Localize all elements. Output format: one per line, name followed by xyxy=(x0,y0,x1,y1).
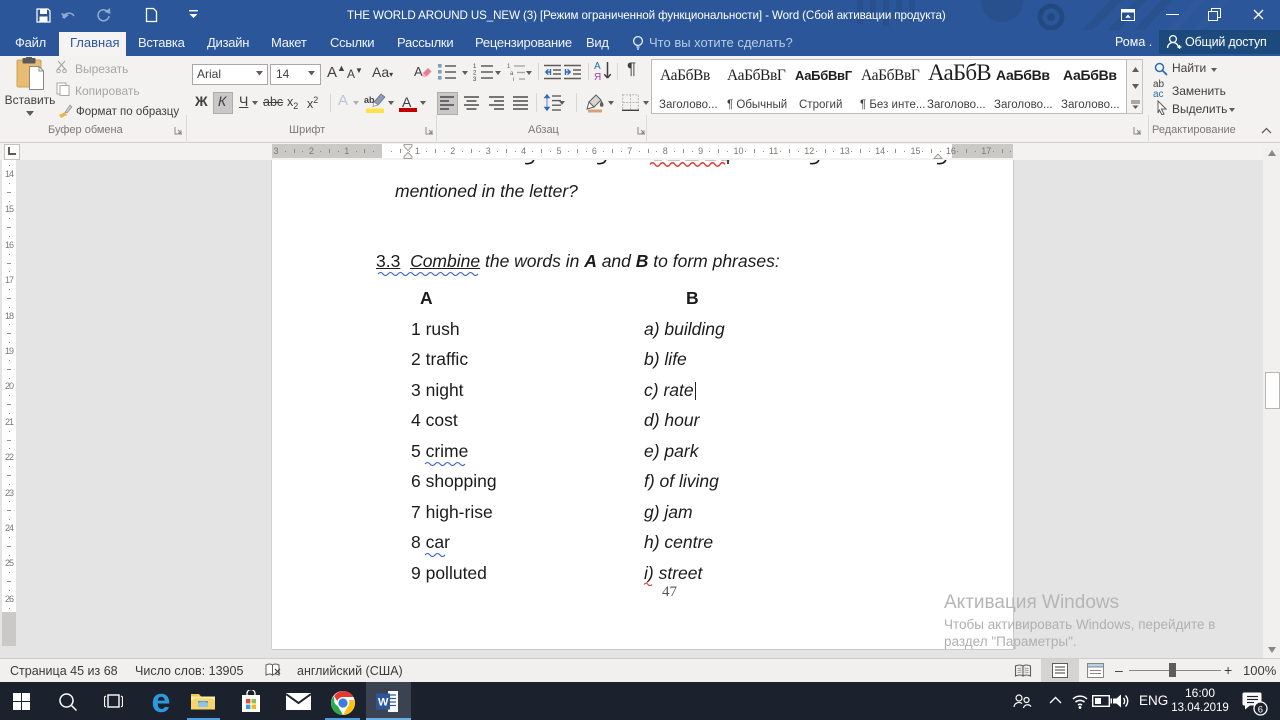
svg-text:1: 1 xyxy=(473,64,477,70)
svg-text:6: 6 xyxy=(1258,705,1263,716)
svg-text:i: i xyxy=(513,78,514,82)
svg-text:1: 1 xyxy=(507,64,511,70)
svg-text:W: W xyxy=(378,697,389,709)
svg-text:a: a xyxy=(510,71,514,77)
svg-text:3: 3 xyxy=(473,77,477,81)
svg-text:А: А xyxy=(594,61,601,72)
svg-text:Я: Я xyxy=(594,72,601,82)
svg-text:2: 2 xyxy=(473,71,477,77)
svg-text:A: A xyxy=(414,64,423,79)
